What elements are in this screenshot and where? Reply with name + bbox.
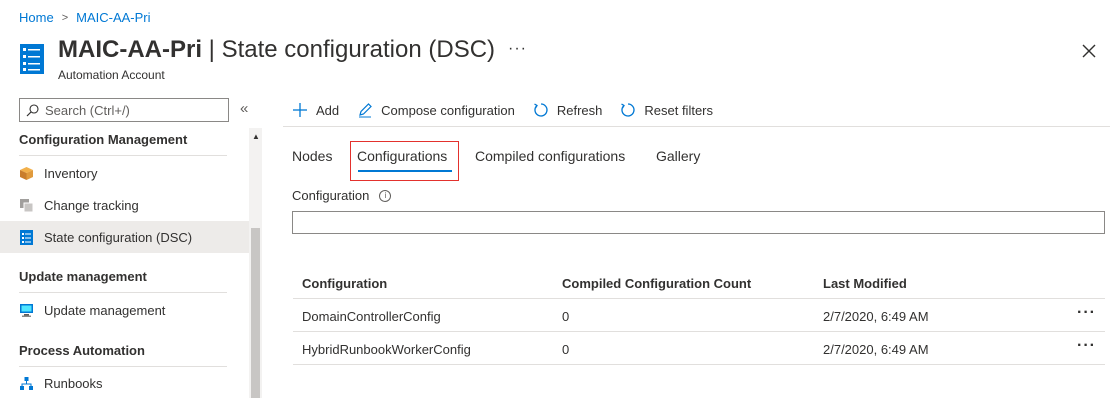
column-header-configuration[interactable]: Configuration [302, 276, 387, 291]
collapse-sidebar-icon[interactable]: « [240, 100, 248, 117]
tab-gallery[interactable]: Gallery [656, 148, 700, 164]
compose-button-label: Compose configuration [381, 102, 515, 118]
plus-icon [293, 103, 307, 117]
close-icon[interactable] [1080, 42, 1098, 60]
configuration-filter-label: Configuration i [292, 188, 392, 203]
column-header-last-modified[interactable]: Last Modified [823, 276, 907, 291]
page-title-section: | State configuration (DSC) [202, 36, 496, 63]
add-button-label: Add [316, 102, 340, 118]
table-header-row: Configuration Compiled Configuration Cou… [293, 266, 1105, 299]
sidebar-item-label: Update management [44, 302, 166, 318]
dsc-resource-icon [20, 44, 44, 74]
inventory-icon [20, 166, 33, 180]
sidebar-heading-update-management: Update management [19, 269, 147, 284]
breadcrumb: Home > MAIC-AA-Pri [19, 10, 151, 25]
scroll-up-icon[interactable]: ▲ [252, 132, 260, 141]
sidebar-item-label: Runbooks [44, 375, 103, 391]
page-title-resource: MAIC-AA-Pri [58, 36, 202, 63]
sidebar-item-label: Inventory [44, 165, 98, 181]
cell-last-modified: 2/7/2020, 6:49 AM [823, 309, 929, 324]
cell-configuration-name[interactable]: HybridRunbookWorkerConfig [302, 342, 471, 357]
search-placeholder: Search (Ctrl+/) [45, 102, 130, 118]
configurations-table: Configuration Compiled Configuration Cou… [293, 266, 1105, 365]
info-icon[interactable]: i [379, 189, 392, 202]
compose-configuration-button[interactable]: Compose configuration [357, 102, 515, 118]
pencil-icon [359, 103, 372, 118]
sidebar-scrollbar[interactable]: ▲ [249, 128, 262, 398]
runbooks-icon [20, 376, 33, 390]
cell-configuration-name[interactable]: DomainControllerConfig [302, 309, 441, 324]
row-more-options-icon[interactable]: ··· [1077, 304, 1096, 322]
sidebar-heading-configuration-management: Configuration Management [19, 132, 188, 147]
highlight-box [350, 141, 459, 181]
table-row[interactable]: DomainControllerConfig 0 2/7/2020, 6:49 … [293, 299, 1105, 332]
sidebar-item-runbooks[interactable]: Runbooks [0, 367, 249, 398]
cell-last-modified: 2/7/2020, 6:49 AM [823, 342, 929, 357]
divider [19, 292, 227, 293]
filter-label-text: Configuration [292, 188, 370, 203]
reset-filters-button-label: Reset filters [644, 102, 714, 118]
add-button[interactable]: Add [292, 102, 339, 118]
sidebar-item-label: Change tracking [44, 197, 139, 213]
sidebar-item-update-management[interactable]: Update management [0, 294, 249, 326]
sidebar-heading-process-automation: Process Automation [19, 343, 145, 358]
row-more-options-icon[interactable]: ··· [1077, 337, 1096, 355]
change-tracking-icon [20, 198, 34, 212]
sidebar-item-change-tracking[interactable]: Change tracking [0, 189, 249, 221]
search-icon [26, 103, 39, 116]
reset-filters-button[interactable]: Reset filters [620, 102, 713, 118]
refresh-icon [534, 103, 548, 117]
refresh-button-label: Refresh [556, 102, 603, 118]
scrollbar-thumb[interactable] [251, 228, 260, 398]
column-header-compiled-count[interactable]: Compiled Configuration Count [562, 276, 751, 291]
sidebar-item-label: State configuration (DSC) [44, 229, 193, 245]
cell-compiled-count: 0 [562, 309, 570, 324]
cell-compiled-count: 0 [562, 342, 570, 357]
reset-icon [621, 103, 635, 117]
breadcrumb-home[interactable]: Home [19, 10, 54, 25]
refresh-button[interactable]: Refresh [533, 102, 603, 118]
page-title: MAIC-AA-Pri | State configuration (DSC) [58, 36, 495, 64]
more-options-icon[interactable]: ··· [508, 40, 527, 58]
sidebar-item-inventory[interactable]: Inventory [0, 157, 249, 189]
update-management-icon [20, 303, 33, 317]
table-row[interactable]: HybridRunbookWorkerConfig 0 2/7/2020, 6:… [293, 332, 1105, 365]
divider [19, 155, 227, 156]
configuration-filter-input[interactable] [292, 211, 1105, 234]
tab-nodes[interactable]: Nodes [292, 148, 332, 164]
breadcrumb-current[interactable]: MAIC-AA-Pri [76, 10, 150, 25]
dsc-icon [20, 229, 33, 245]
chevron-right-icon: > [61, 11, 69, 24]
divider [283, 126, 1110, 127]
page-subtitle: Automation Account [58, 68, 165, 82]
search-input[interactable]: Search (Ctrl+/) [19, 98, 229, 122]
sidebar-item-state-configuration[interactable]: State configuration (DSC) [0, 221, 249, 253]
tab-compiled-configurations[interactable]: Compiled configurations [475, 148, 625, 164]
sidebar: Configuration Management Inventory Chang… [0, 128, 262, 398]
command-bar: Add Compose configuration Refresh Reset … [292, 99, 713, 121]
